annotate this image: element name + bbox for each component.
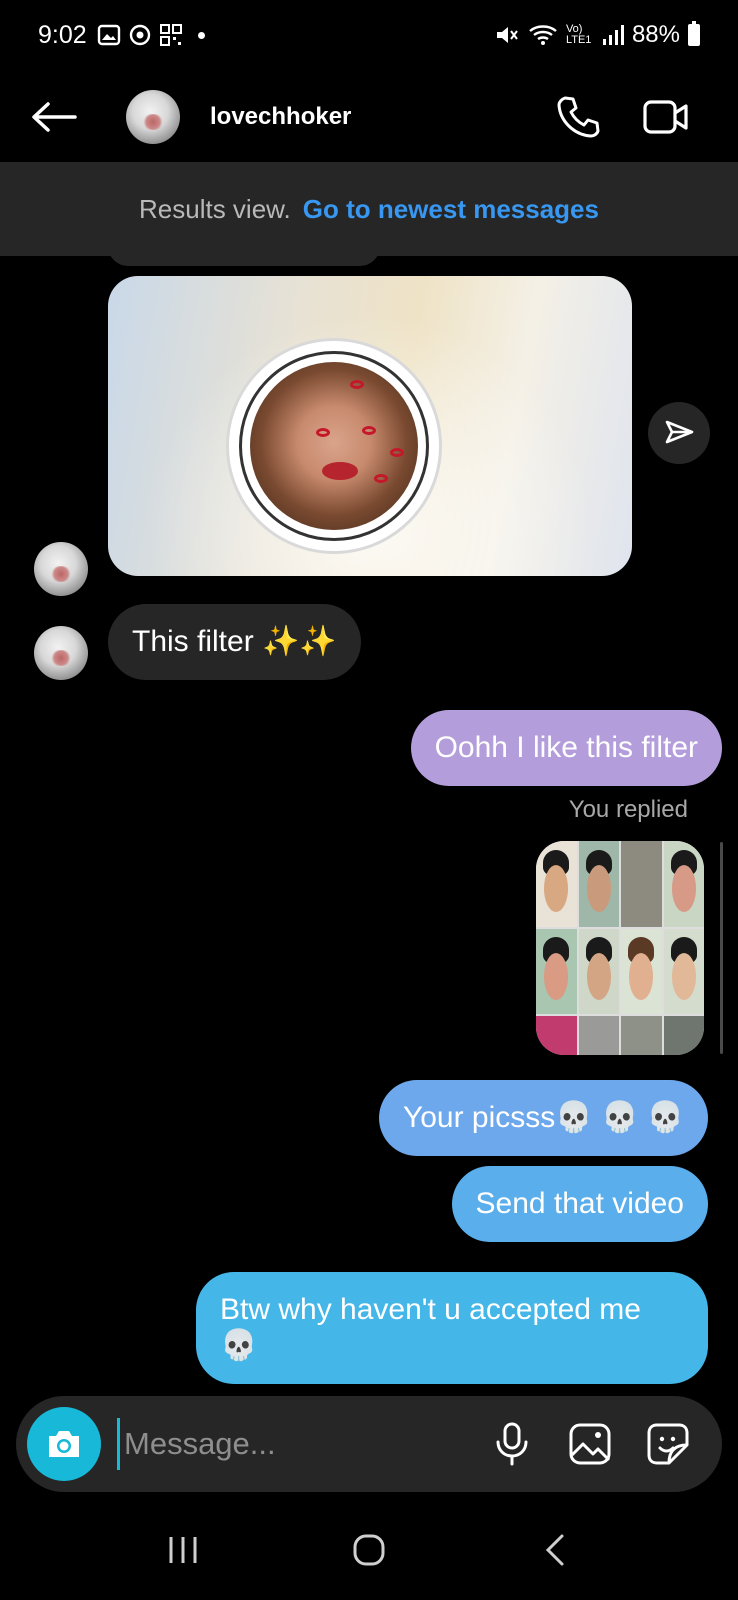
shared-story-card[interactable] [108, 276, 632, 576]
previous-message-bubble [108, 256, 380, 266]
status-time: 9:02 [38, 20, 87, 49]
battery-icon [688, 21, 700, 46]
sender-avatar[interactable] [34, 542, 88, 596]
incoming-message[interactable]: This filter ✨✨ [108, 604, 361, 680]
contact-username[interactable]: lovechhoker [210, 103, 351, 131]
home-button[interactable] [339, 1520, 399, 1580]
network-type-label: Vo) LTE1 [565, 23, 592, 46]
arrow-left-icon [32, 102, 77, 132]
image-icon [569, 1423, 611, 1465]
composer-actions [488, 1420, 692, 1468]
you-replied-label: You replied [568, 796, 688, 823]
contact-avatar[interactable] [126, 90, 180, 144]
chevron-left-icon [545, 1534, 564, 1566]
message-input[interactable] [117, 1418, 447, 1470]
outgoing-message[interactable]: Your picsss💀 💀 💀 [378, 1080, 708, 1156]
system-back-button[interactable] [525, 1520, 585, 1580]
gallery-notification-icon [97, 24, 120, 46]
replied-story-thumbnail[interactable] [536, 841, 704, 1055]
qr-code-notification-icon [159, 24, 182, 46]
forward-button[interactable] [648, 402, 710, 464]
sticker-button[interactable] [644, 1420, 692, 1468]
more-notifications-dot [197, 31, 205, 39]
gallery-button[interactable] [566, 1420, 614, 1468]
story-profile-ring [226, 338, 442, 554]
wifi-icon [529, 25, 557, 45]
go-to-newest-link[interactable]: Go to newest messages [303, 194, 599, 225]
header-actions [554, 93, 690, 141]
camera-button[interactable] [27, 1407, 101, 1481]
status-notification-icons [97, 23, 205, 47]
sync-notification-icon [129, 24, 150, 46]
recent-apps-button[interactable] [153, 1520, 213, 1580]
outgoing-message[interactable]: Oohh I like this filter [410, 710, 722, 786]
results-view-label: Results view. [139, 193, 291, 224]
chat-header: lovechhoker [0, 72, 738, 162]
back-button[interactable] [24, 87, 84, 147]
scroll-indicator [720, 842, 723, 1054]
story-profile-photo [250, 362, 418, 530]
send-icon [665, 420, 694, 444]
battery-percent: 88% [631, 21, 680, 48]
video-call-button[interactable] [642, 93, 690, 141]
message-thread[interactable]: This filter ✨✨ Oohh I like this filter Y… [0, 256, 738, 1388]
voice-call-button[interactable] [554, 93, 602, 141]
camera-icon [49, 1431, 79, 1457]
sender-avatar[interactable] [34, 626, 88, 680]
status-system-icons: Vo) LTE1 88% [494, 21, 700, 49]
recent-apps-icon [169, 1537, 197, 1563]
mute-icon [496, 27, 518, 43]
outgoing-message[interactable]: Btw why haven't u accepted me 💀 [196, 1272, 708, 1384]
outgoing-message-line: 💀 [220, 1329, 258, 1362]
outgoing-message-line: Btw why haven't u accepted me [220, 1293, 641, 1326]
phone-icon [557, 96, 600, 138]
voice-message-button[interactable] [488, 1420, 536, 1468]
outgoing-message[interactable]: Send that video [451, 1166, 708, 1242]
search-results-banner: Results view. Go to newest messages [0, 162, 738, 256]
microphone-icon [496, 1422, 528, 1466]
sticker-icon [647, 1423, 689, 1465]
system-navigation-bar [0, 1500, 738, 1600]
message-composer [16, 1396, 722, 1492]
status-bar: 9:02 Vo) LTE1 88% [0, 0, 738, 70]
video-camera-icon [643, 100, 688, 134]
signal-icon [602, 25, 624, 45]
home-icon [353, 1534, 385, 1566]
